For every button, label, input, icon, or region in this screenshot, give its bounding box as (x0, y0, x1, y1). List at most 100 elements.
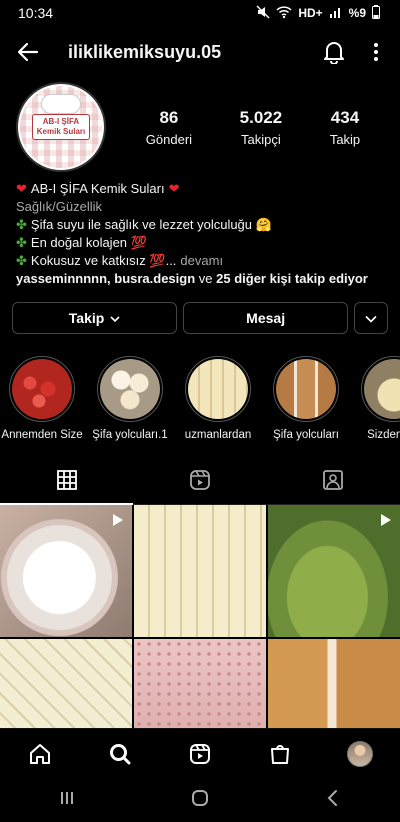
network-label: HD+ (298, 6, 323, 20)
bottom-navigation (0, 728, 400, 778)
highlight-ring (273, 356, 339, 422)
follow-button-label: Takip (68, 310, 105, 326)
stat-following-label: Takip (329, 131, 361, 147)
recent-apps-icon[interactable] (58, 789, 76, 812)
search-icon[interactable] (100, 734, 140, 774)
avatar-text-line2: Kemik Suları (36, 127, 86, 136)
highlight-item[interactable]: Şifa yolcuları (268, 356, 344, 441)
clover-icon: ✤ (16, 217, 27, 232)
heart-icon: ❤ (16, 181, 27, 196)
highlight-label: Annemden Size (1, 429, 83, 441)
profile-header: iliklikemiksuyu.05 (0, 26, 400, 78)
highlight-item[interactable]: Sizden Ge (356, 356, 400, 441)
back-arrow-icon[interactable] (14, 38, 42, 66)
profile-summary: AB-I ŞİFA Kemik Suları 86 Gönderi 5.022 … (0, 78, 400, 176)
battery-label: %9 (348, 6, 366, 20)
message-button[interactable]: Mesaj (183, 302, 349, 334)
followed-by-rest: 25 diğer kişi takip ediyor (216, 271, 368, 286)
highlight-ring (9, 356, 75, 422)
bio-line: ✤ Kokusuz ve katkısız 💯... devamı (16, 252, 384, 270)
highlight-item[interactable]: Şifa yolcuları.1 (92, 356, 168, 441)
suggested-accounts-button[interactable] (354, 302, 389, 334)
bio-name-line: ❤ AB-I ŞİFA Kemik Suları ❤ (16, 180, 384, 198)
grid-icon (56, 469, 78, 496)
status-time: 10:34 (18, 5, 54, 21)
stat-followers[interactable]: 5.022 Takipçi (240, 108, 283, 147)
shop-bag-icon[interactable] (260, 734, 300, 774)
bio-category: Sağlık/Güzellik (16, 199, 102, 214)
followed-by-connector: ve (195, 271, 217, 286)
chevron-down-icon (110, 310, 120, 326)
more-options-icon[interactable] (366, 38, 386, 66)
highlight-item[interactable]: Annemden Size (1, 356, 83, 441)
profile-tabs (0, 461, 400, 505)
home-icon[interactable] (20, 734, 60, 774)
bio-display-name: AB-I ŞİFA Kemik Suları (30, 181, 165, 196)
followed-by-users: yasseminnnnn, busra.design (16, 271, 196, 286)
notification-bell-icon[interactable] (320, 38, 348, 66)
stat-following[interactable]: 434 Takip (330, 108, 360, 147)
chevron-down-icon (365, 310, 377, 326)
post-thumbnail[interactable] (134, 505, 266, 637)
heart-icon: ❤ (168, 181, 180, 196)
profile-avatar[interactable]: AB-I ŞİFA Kemik Suları (16, 82, 106, 172)
highlight-ring (185, 356, 251, 422)
bio-line-3: Kokusuz ve katkısız 💯... (30, 253, 177, 268)
bone-logo-icon (41, 94, 81, 114)
avatar-logo-text: AB-I ŞİFA Kemik Suları (31, 114, 91, 140)
tagged-person-icon (322, 469, 344, 496)
status-bar: 10:34 HD+ %9 (0, 0, 400, 26)
bio-line-2: En doğal kolajen 💯 (30, 235, 147, 250)
profile-stats: 86 Gönderi 5.022 Takipçi 434 Takip (122, 108, 384, 147)
stat-following-value: 434 (330, 107, 360, 127)
highlight-label: Şifa yolcuları.1 (92, 429, 168, 441)
bio-line: ✤ En doğal kolajen 💯 (16, 234, 384, 252)
highlight-image (100, 359, 160, 419)
bio-more-link[interactable]: devamı (180, 252, 223, 270)
follow-button[interactable]: Takip (12, 302, 178, 334)
followed-by[interactable]: yasseminnnnn, busra.design ve 25 diğer k… (16, 270, 384, 288)
highlight-image (188, 359, 248, 419)
signal-icon (329, 5, 343, 22)
story-highlights: Annemden Size Şifa yolcuları.1 uzmanlard… (0, 356, 400, 441)
tab-posts-grid[interactable] (0, 461, 134, 505)
tab-reels[interactable] (133, 461, 267, 505)
highlight-ring (97, 356, 163, 422)
avatar-text-line1: AB-I ŞİFA (42, 117, 80, 127)
stat-posts[interactable]: 86 Gönderi (146, 108, 192, 147)
status-icons: HD+ %9 (256, 4, 380, 22)
clover-icon: ✤ (16, 235, 27, 250)
stat-posts-value: 86 (159, 107, 179, 127)
profile-bio: ❤ AB-I ŞİFA Kemik Suları ❤ Sağlık/Güzell… (0, 180, 400, 288)
reel-icon (378, 513, 392, 527)
own-profile-avatar[interactable] (340, 734, 380, 774)
highlight-item[interactable]: uzmanlardan (180, 356, 256, 441)
profile-username: iliklikemiksuyu.05 (68, 41, 222, 62)
back-button-icon[interactable] (324, 789, 342, 812)
reels-icon (189, 469, 211, 496)
post-thumbnail[interactable] (268, 505, 400, 637)
highlight-image (12, 359, 72, 419)
highlight-label: Sizden Ge (367, 429, 400, 441)
wifi-icon (276, 5, 292, 22)
stat-followers-label: Takipçi (241, 131, 281, 147)
highlight-label: uzmanlardan (184, 429, 252, 441)
mute-icon (256, 5, 270, 22)
reels-icon[interactable] (180, 734, 220, 774)
highlight-label: Şifa yolcuları (273, 429, 339, 441)
profile-actions: Takip Mesaj (0, 302, 400, 334)
stat-followers-value: 5.022 (239, 107, 283, 127)
highlight-ring (361, 356, 400, 422)
clover-icon: ✤ (16, 253, 27, 268)
bio-line: ✤ Şifa suyu ile sağlık ve lezzet yolculu… (16, 216, 384, 234)
avatar-logo: AB-I ŞİFA Kemik Suları (20, 86, 102, 168)
highlight-image (364, 359, 400, 419)
system-navigation-bar (0, 778, 400, 822)
highlight-image (276, 359, 336, 419)
post-thumbnail[interactable] (0, 505, 132, 637)
battery-icon (372, 4, 380, 22)
bio-line-1: Şifa suyu ile sağlık ve lezzet yolculuğu… (30, 217, 272, 232)
tab-tagged[interactable] (266, 461, 400, 505)
reel-icon (110, 513, 124, 527)
home-button-icon[interactable] (191, 789, 209, 812)
